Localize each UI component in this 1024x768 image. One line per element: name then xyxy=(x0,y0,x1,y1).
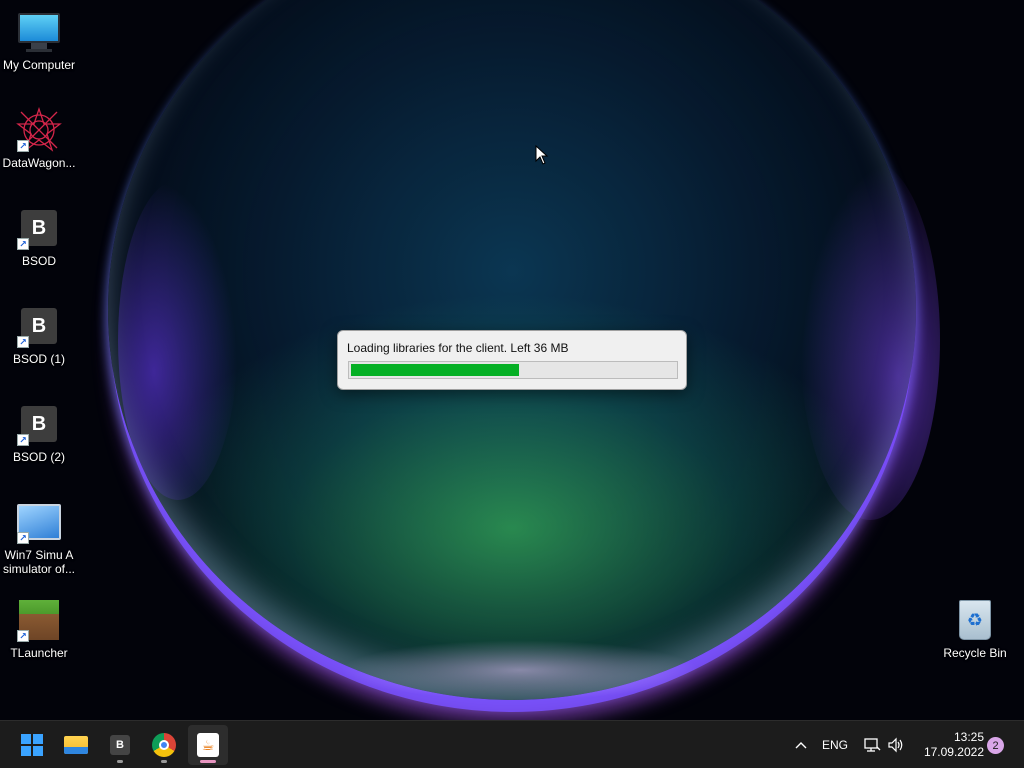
win7-simulator-icon: ↗ xyxy=(15,498,63,546)
network-icon xyxy=(864,738,881,752)
notification-badge[interactable]: 2 xyxy=(987,737,1004,754)
monitor-icon xyxy=(15,8,63,56)
folder-icon xyxy=(64,736,88,754)
taskbar: B ☕ ENG 13:25 17.09.2022 2 xyxy=(0,720,1024,768)
bsod-app-icon: B xyxy=(110,735,130,755)
shortcut-arrow-icon: ↗ xyxy=(17,140,29,152)
desktop-icon-label: BSOD (1) xyxy=(12,352,65,366)
volume-icon xyxy=(888,737,903,753)
tray-overflow-button[interactable] xyxy=(792,721,810,768)
volume-button[interactable] xyxy=(886,721,906,768)
clock-time: 13:25 xyxy=(953,730,984,744)
running-indicator xyxy=(161,760,167,763)
chevron-up-icon xyxy=(795,742,807,749)
desktop-icon-label: Win7 Simu A simulator of... xyxy=(2,548,76,576)
mouse-cursor-icon xyxy=(535,145,549,165)
desktop-icon-datawagon[interactable]: ↗ DataWagon... xyxy=(0,106,78,170)
desktop-icon-label: DataWagon... xyxy=(2,156,76,170)
datawagon-icon: ↗ xyxy=(15,106,63,154)
bsod-app-icon: B ↗ xyxy=(15,204,63,252)
wallpaper-glow-bottom xyxy=(340,640,700,700)
clock-date: 17.09.2022 xyxy=(923,745,984,759)
minecraft-grass-block-icon: ↗ xyxy=(15,596,63,644)
desktop-icon-label: Recycle Bin xyxy=(943,646,1007,660)
loading-progress-bar xyxy=(348,361,678,379)
desktop-icon-label: BSOD xyxy=(21,254,56,268)
progress-fill xyxy=(351,364,520,376)
java-icon: ☕ xyxy=(197,733,219,757)
bsod-app-icon: B ↗ xyxy=(15,302,63,350)
wallpaper-glow-right xyxy=(800,160,940,520)
shortcut-arrow-icon: ↗ xyxy=(17,336,29,348)
shortcut-arrow-icon: ↗ xyxy=(17,532,29,544)
active-indicator xyxy=(200,760,216,763)
desktop-icon-bsod-1[interactable]: B ↗ BSOD (1) xyxy=(0,302,78,366)
start-button[interactable] xyxy=(12,725,52,765)
language-indicator[interactable]: ENG xyxy=(822,721,848,768)
desktop-icon-bsod[interactable]: B ↗ BSOD xyxy=(0,204,78,268)
taskbar-chrome[interactable] xyxy=(144,725,184,765)
taskbar-bsod[interactable]: B xyxy=(100,725,140,765)
loading-dialog: Loading libraries for the client. Left 3… xyxy=(337,330,687,390)
chrome-icon xyxy=(152,733,176,757)
shortcut-arrow-icon: ↗ xyxy=(17,434,29,446)
running-indicator xyxy=(117,760,123,763)
desktop-icon-label: TLauncher xyxy=(10,646,68,660)
desktop-icon-bsod-2[interactable]: B ↗ BSOD (2) xyxy=(0,400,78,464)
shortcut-arrow-icon: ↗ xyxy=(17,238,29,250)
network-button[interactable] xyxy=(862,721,882,768)
windows-logo-icon xyxy=(21,734,43,756)
taskbar-java[interactable]: ☕ xyxy=(188,725,228,765)
bsod-app-icon: B ↗ xyxy=(15,400,63,448)
loading-message: Loading libraries for the client. Left 3… xyxy=(347,341,569,355)
desktop-icon-win7-simulator[interactable]: ↗ Win7 Simu A simulator of... xyxy=(0,498,78,576)
desktop-icon-label: BSOD (2) xyxy=(12,450,65,464)
desktop-icon-label: My Computer xyxy=(2,58,76,72)
wallpaper-glow-left xyxy=(118,180,238,500)
desktop-icon-tlauncher[interactable]: ↗ TLauncher xyxy=(0,596,78,660)
taskbar-file-explorer[interactable] xyxy=(56,725,96,765)
clock-button[interactable]: 13:25 17.09.2022 xyxy=(914,721,984,768)
recycle-bin-icon: ♻ xyxy=(951,596,999,644)
desktop-icon-my-computer[interactable]: My Computer xyxy=(0,8,78,72)
desktop-icon-recycle-bin[interactable]: ♻ Recycle Bin xyxy=(936,596,1014,660)
shortcut-arrow-icon: ↗ xyxy=(17,630,29,642)
